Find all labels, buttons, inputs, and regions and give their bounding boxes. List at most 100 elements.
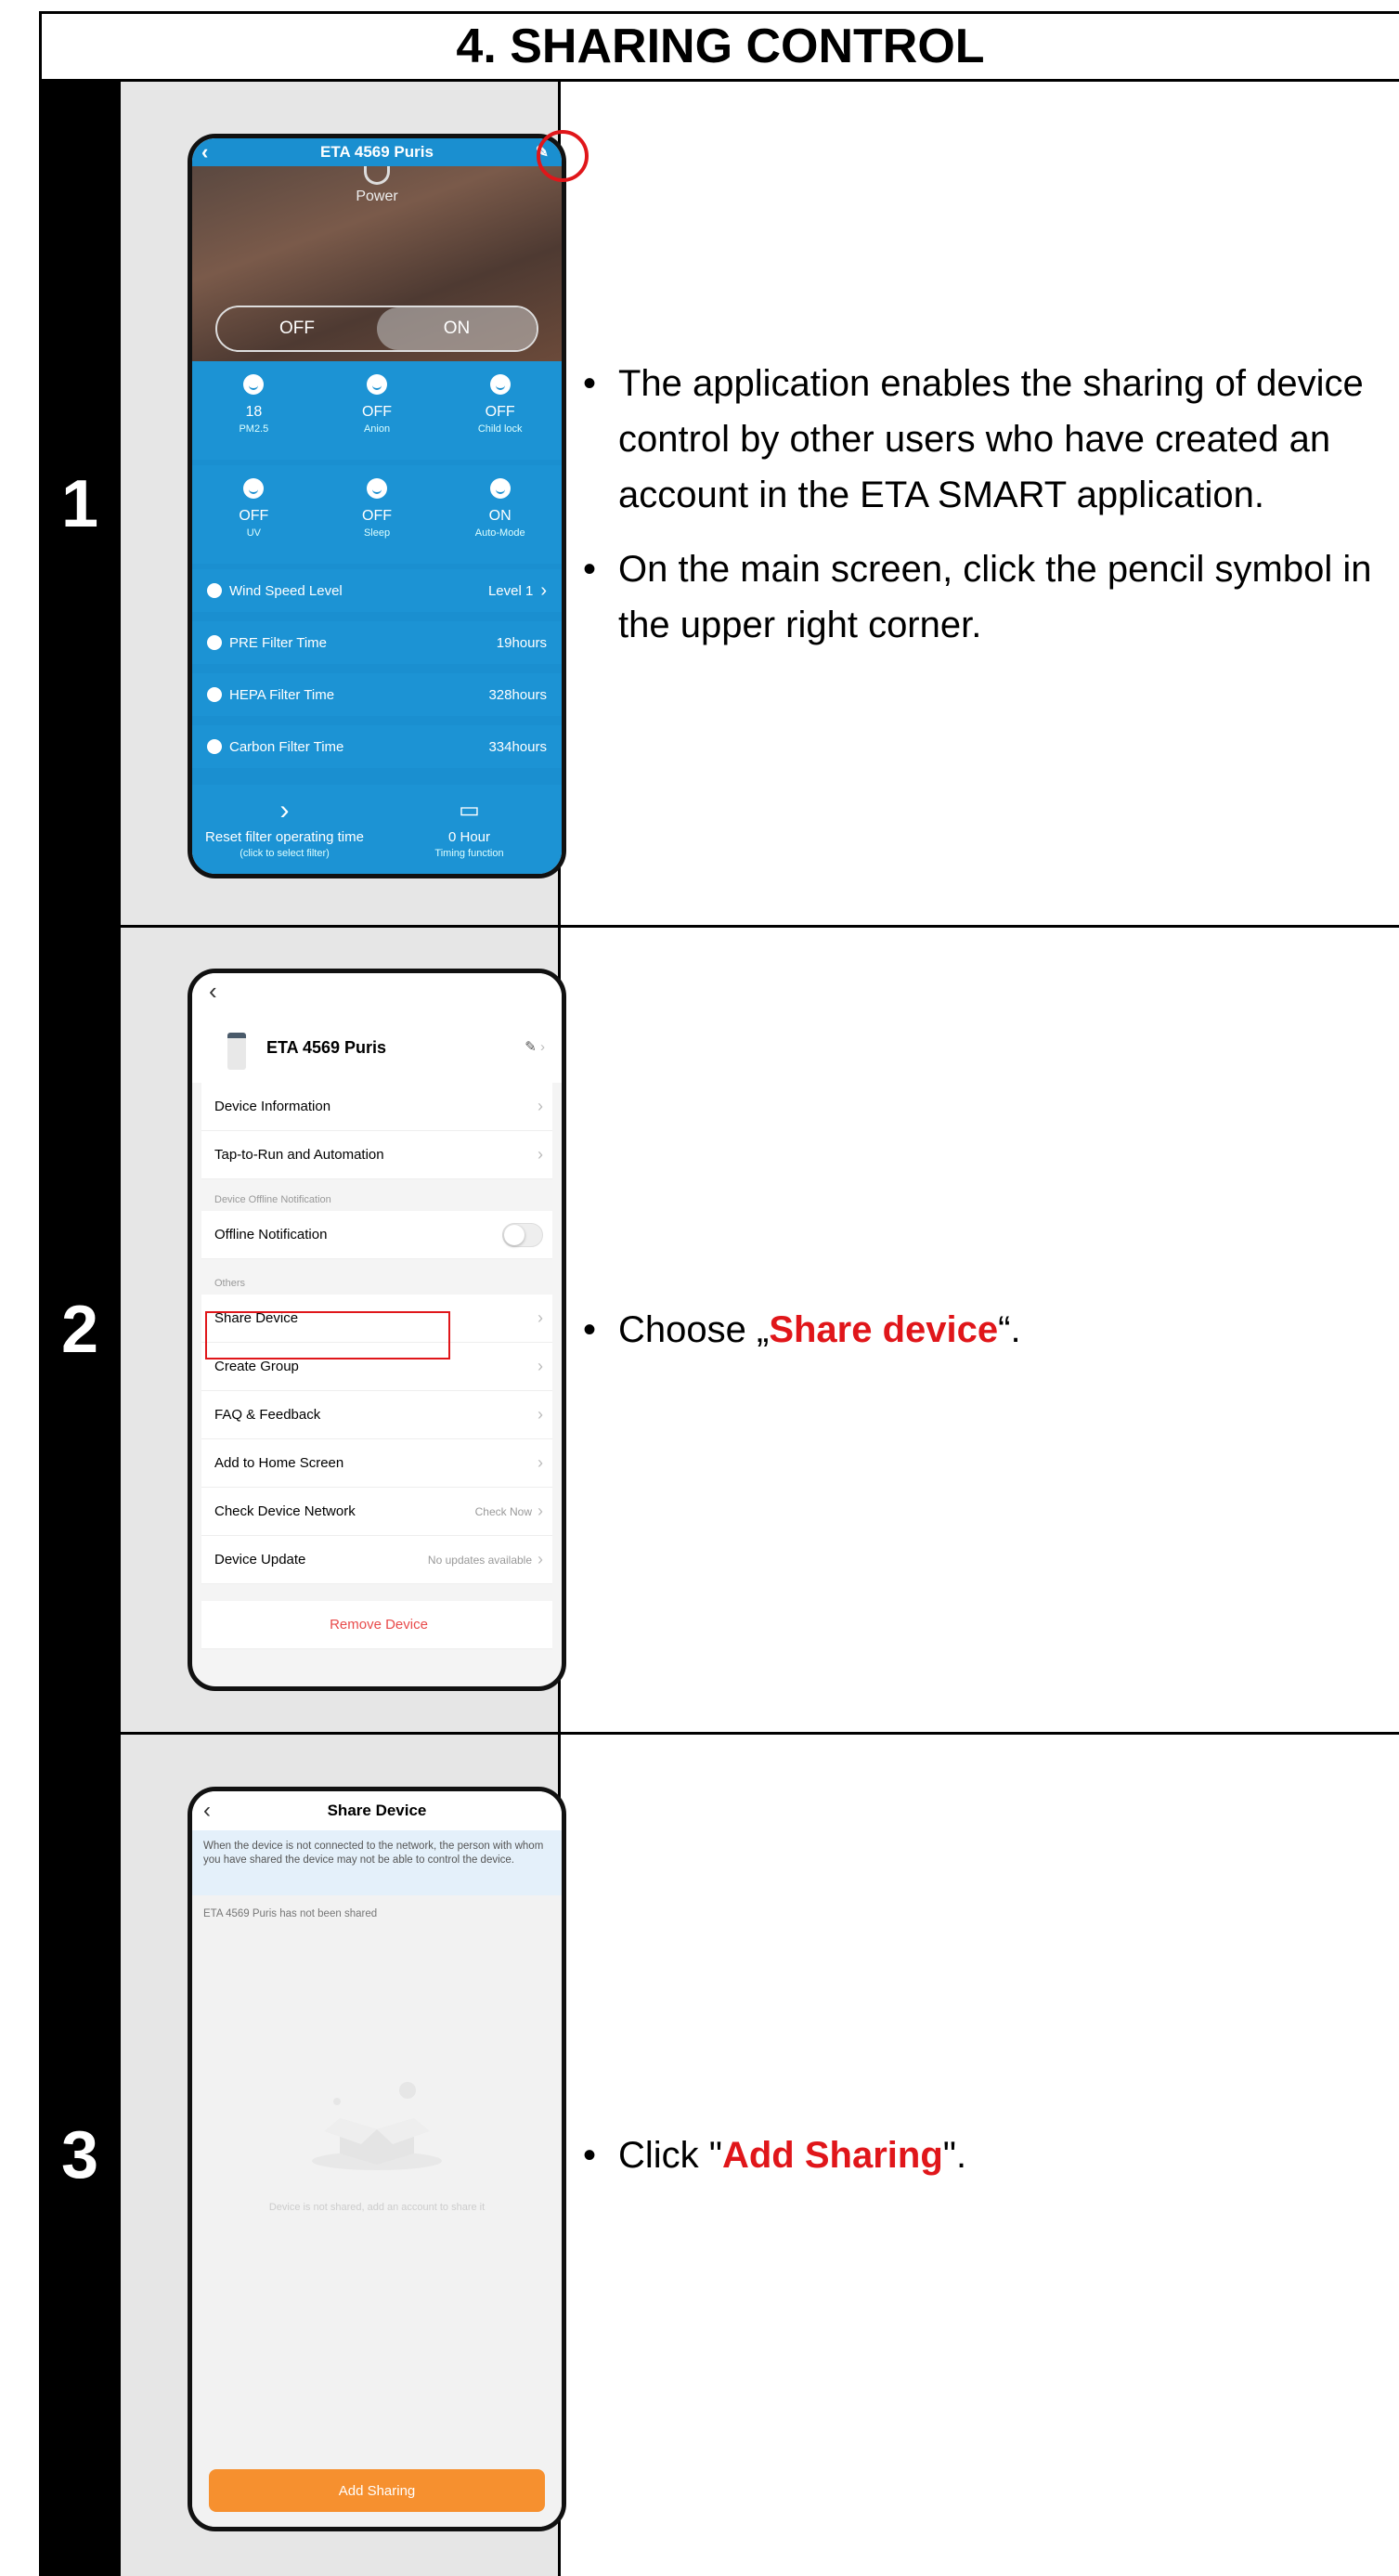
bullet-text: The application enables the sharing of d… [618,363,1364,515]
footer-title: Reset filter operating time [205,829,364,845]
phone-screenshot: ‹ Share Device When the device is not co… [188,1787,566,2531]
add-sharing-button[interactable]: Add Sharing [209,2469,545,2512]
filter-icon [207,635,222,650]
wind-icon [207,583,222,598]
setting-label: PRE Filter Time [229,634,328,651]
status-value: 18 [245,404,263,420]
power-icon[interactable] [364,166,390,185]
chevron-right-icon: › [279,795,290,826]
menu-value: No updates available [427,1553,532,1567]
setting-value: 19hours [496,634,547,651]
status-child-lock[interactable]: OFF Child lock [438,361,562,460]
status-value: OFF [362,404,392,420]
back-icon[interactable]: ‹ [203,1798,211,1824]
menu-offline-notification[interactable]: Offline Notification [201,1211,552,1259]
chevron-right-icon: › [538,1145,543,1164]
screenshot-panel: ‹ Share Device When the device is not co… [121,1735,566,2576]
status-pm25[interactable]: 18 PM2.5 [192,361,316,460]
menu-device-update[interactable]: Device Update No updates available › [201,1536,552,1584]
screenshot-panel: ‹ ETA 4569 Puris ✎ › Device Information ›… [121,928,566,1732]
monitor-icon: ▭ [459,798,480,823]
footer-subtitle: Timing function [434,848,504,859]
setting-label: Carbon Filter Time [229,738,344,755]
status-uv[interactable]: OFF UV [192,465,316,564]
filter-icon [207,739,222,754]
back-icon[interactable]: ‹ [209,977,217,1006]
chevron-right-icon: › [538,1453,543,1472]
step-row-3: 3 ‹ Share Device When the device is not … [39,1735,1399,2576]
chevron-right-icon: › [538,1308,543,1327]
menu-tap-to-run[interactable]: Tap-to-Run and Automation › [201,1131,552,1179]
toggle-on[interactable]: ON [377,307,537,350]
status-row-1: 18 PM2.5 OFF Anion OFF Child lock [192,361,562,460]
text-prefix: Click " [618,2135,722,2176]
text-highlight: Share device [769,1309,999,1350]
text-suffix: “. [998,1309,1021,1350]
menu-label: Offline Notification [214,1227,328,1242]
section-header: Device Offline Notification [201,1179,552,1211]
footer-title: 0 Hour [447,829,491,845]
network-notice: When the device is not connected to the … [192,1830,562,1895]
bullet-item: • Click "Add Sharing". [583,2135,967,2176]
step-row-1: 1 ‹ ETA 4569 Puris ✎ Power OFF ON 18 PM2… [39,82,1399,927]
menu-label: Create Group [214,1359,299,1374]
bullet-item: • The application enables the sharing of … [583,356,1390,523]
reset-filter-button[interactable]: › Reset filter operating time (click to se… [192,785,377,874]
menu-label: Tap-to-Run and Automation [214,1147,384,1163]
status-value: ON [488,508,512,524]
power-toggle[interactable]: OFF ON [215,306,538,352]
controls-panel: 18 PM2.5 OFF Anion OFF Child lock OFF UV OFF… [192,361,562,874]
setting-carbon-filter[interactable]: Carbon Filter Time 334hours [192,725,562,768]
back-icon[interactable]: ‹ [201,140,208,164]
status-icon [243,478,265,499]
setting-value: 334hours [488,738,547,755]
status-label: Auto-Mode [474,527,525,539]
menu-value: Check Now [474,1504,532,1518]
status-row-2: OFF UV OFF Sleep ON Auto-Mode [192,465,562,564]
status-anion[interactable]: OFF Anion [316,361,439,460]
menu-add-home-screen[interactable]: Add to Home Screen › [201,1439,552,1488]
not-shared-text: ETA 4569 Puris has not been shared [203,1908,378,1919]
setting-label: Wind Speed Level [229,582,343,599]
status-auto-mode[interactable]: ON Auto-Mode [438,465,562,564]
empty-box-icon [312,2082,442,2170]
screen-title: Share Device [327,1802,427,1819]
highlight-box [205,1311,450,1360]
setting-hepa-filter[interactable]: HEPA Filter Time 328hours [192,673,562,716]
setting-value: 328hours [488,686,547,703]
device-background-image: Power OFF ON [192,166,562,361]
timer-button[interactable]: ▭ 0 Hour Timing function [377,785,562,874]
status-value: OFF [239,508,269,524]
phone-screenshot: ‹ ETA 4569 Puris ✎ › Device Information ›… [188,969,566,1691]
screenshot-panel: ‹ ETA 4569 Puris ✎ Power OFF ON 18 PM2.5 … [121,82,589,927]
step-row-2: 2 ‹ ETA 4569 Puris ✎ › Device Informatio… [39,928,1399,1732]
menu-label: Check Device Network [214,1503,356,1519]
status-label: Sleep [363,527,391,539]
menu-label: FAQ & Feedback [214,1407,321,1423]
device-title: ETA 4569 Puris [320,143,434,161]
section-title: 4. SHARING CONTROL [39,11,1399,82]
step-text: • The application enables the sharing of … [561,82,1399,927]
bullet-item: • Choose „Share device“. [583,1309,1021,1350]
status-label: Child lock [477,423,523,435]
pencil-icon[interactable]: ✎ › [525,1038,545,1055]
setting-wind-speed[interactable]: Wind Speed Level Level 1 › [192,569,562,612]
power-label: Power [356,189,398,204]
remove-label: Remove Device [330,1617,428,1633]
chevron-right-icon: › [538,1550,543,1568]
text-suffix: ". [942,2135,967,2176]
remove-device-button[interactable]: Remove Device [201,1601,552,1649]
step-number: 1 [39,82,121,927]
status-sleep[interactable]: OFF Sleep [316,465,439,564]
toggle-off[interactable]: OFF [217,307,377,350]
offline-toggle[interactable] [502,1222,543,1247]
menu-device-information[interactable]: Device Information › [201,1083,552,1131]
setting-pre-filter[interactable]: PRE Filter Time 19hours [192,621,562,664]
empty-hint: Device is not shared, add an account to … [268,2202,486,2213]
status-icon [489,478,511,499]
menu-check-network[interactable]: Check Device Network Check Now › [201,1488,552,1536]
menu-label: Add to Home Screen [214,1455,344,1471]
status-value: OFF [362,508,392,524]
chevron-right-icon: › [538,1405,543,1424]
menu-faq[interactable]: FAQ & Feedback › [201,1391,552,1439]
